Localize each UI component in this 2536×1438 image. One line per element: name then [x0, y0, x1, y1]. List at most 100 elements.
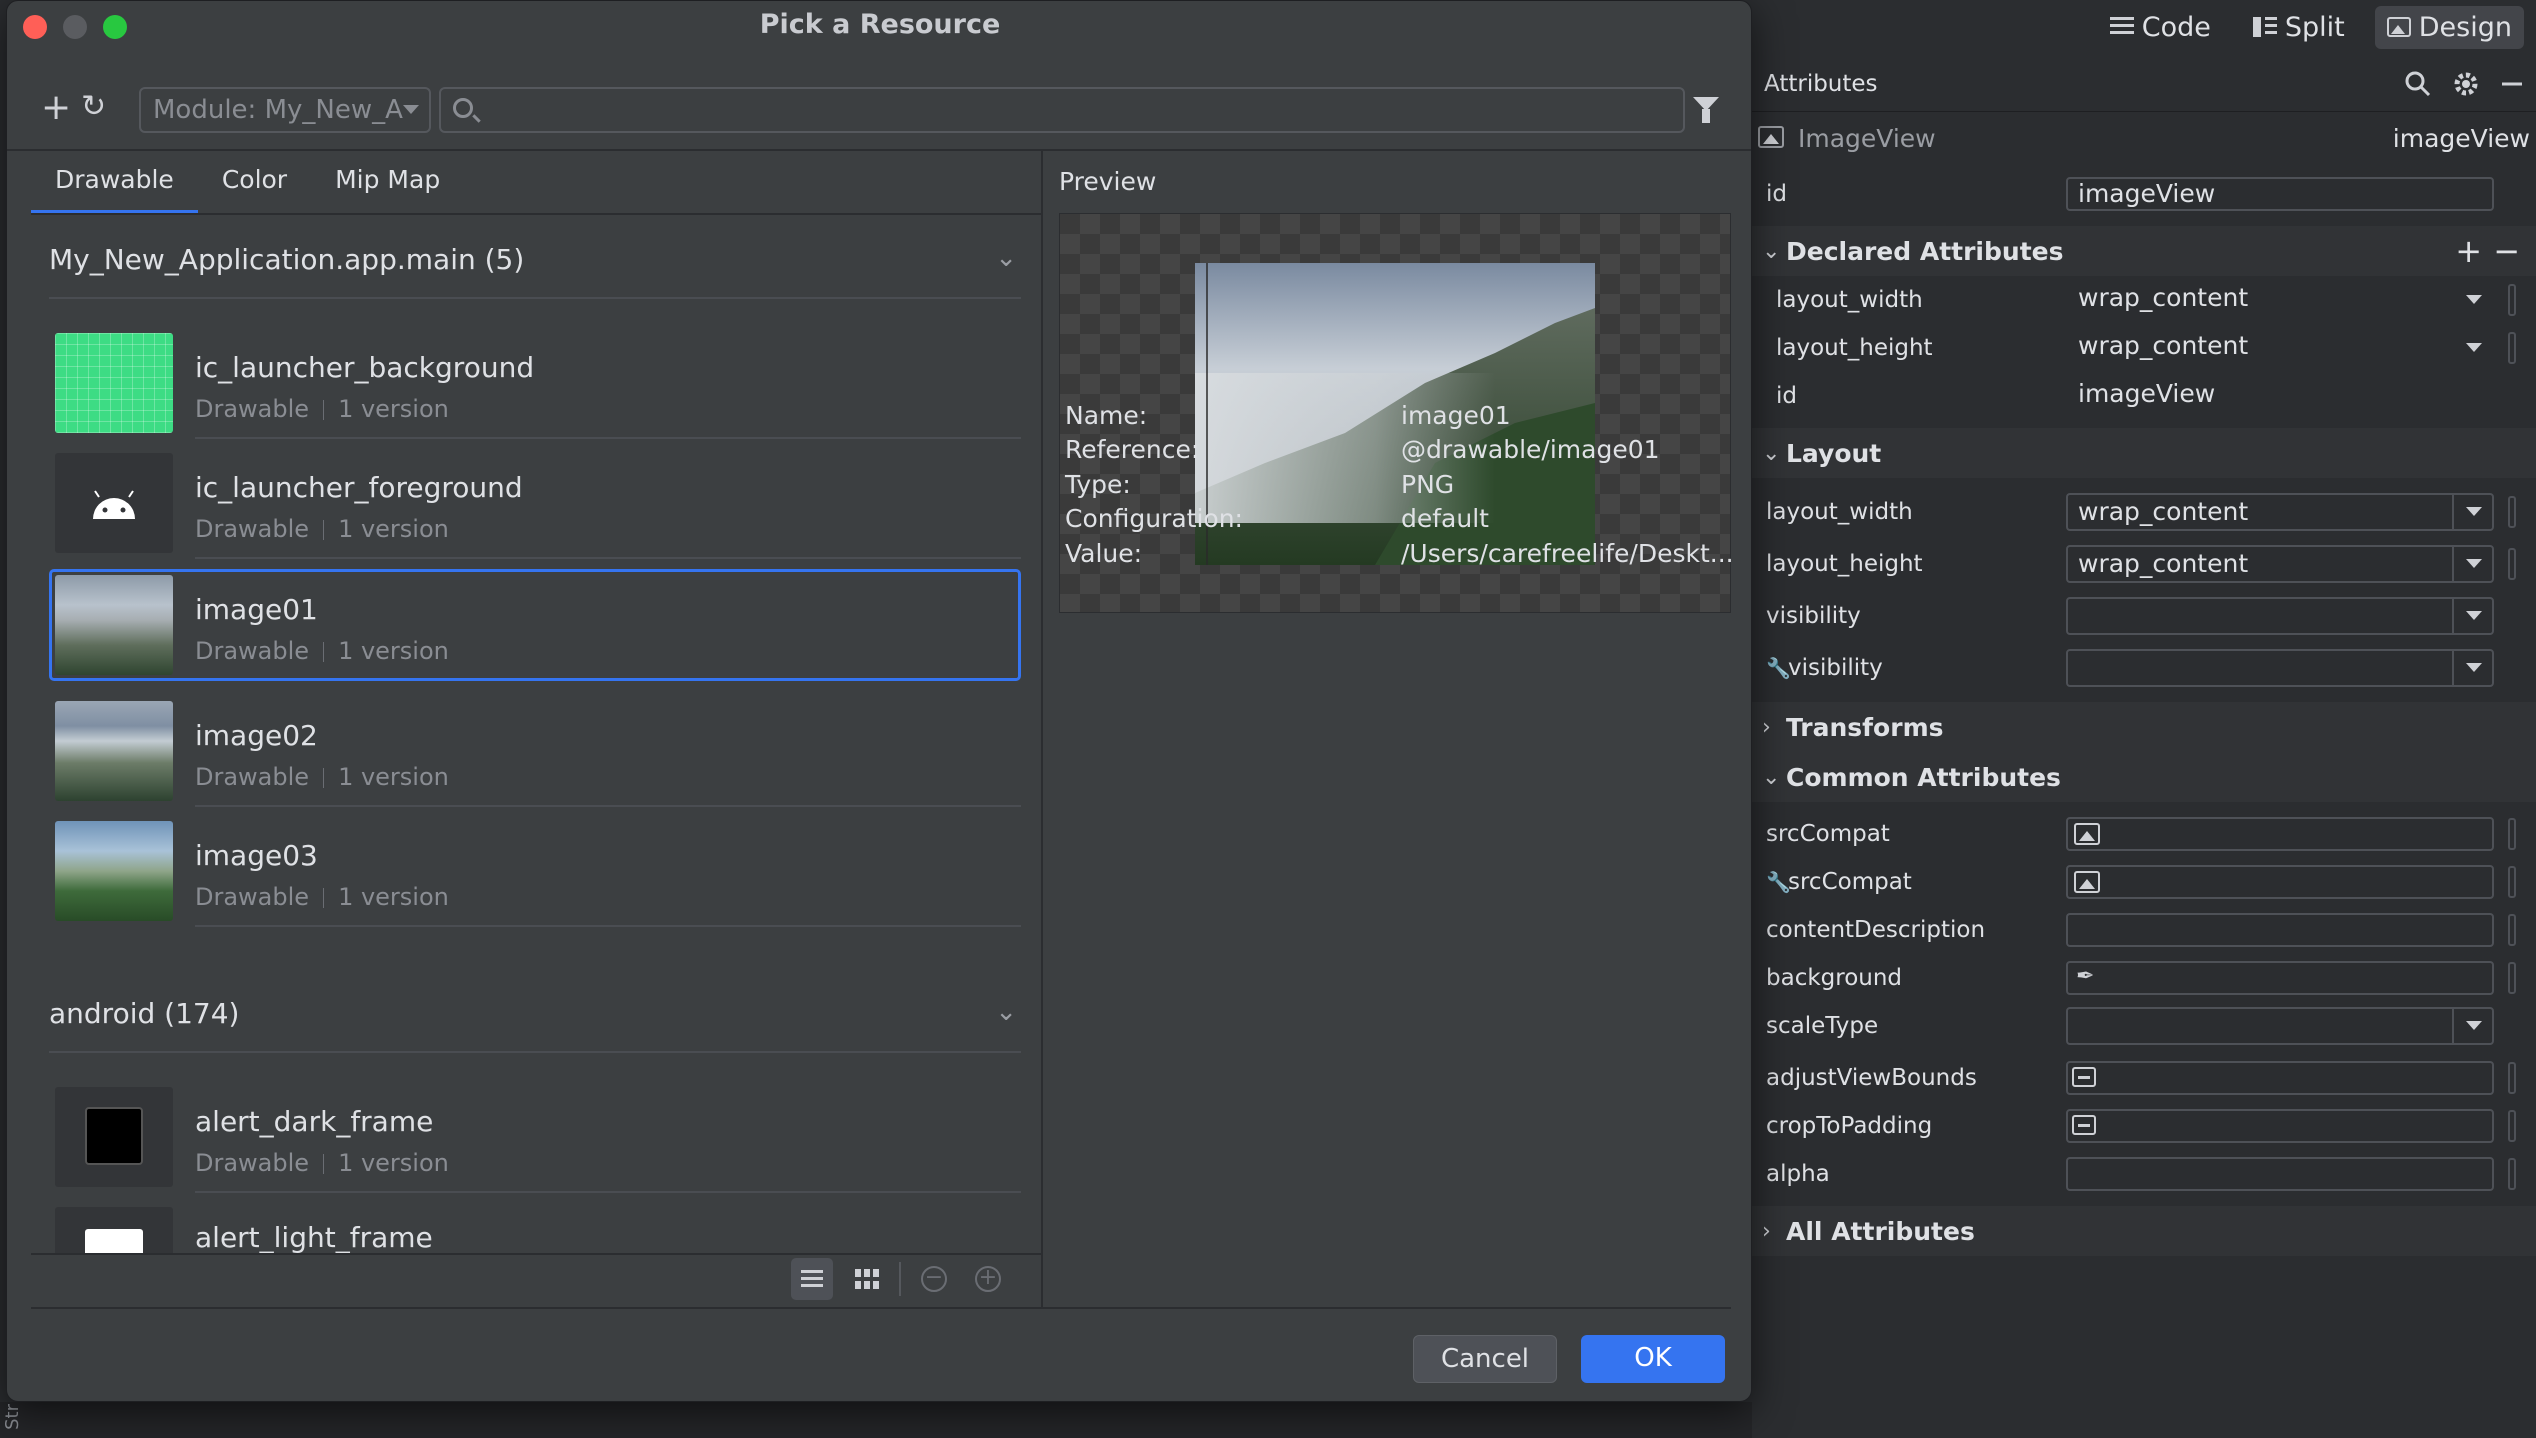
search-icon [453, 98, 473, 118]
list-item[interactable]: alert_dark_frame Drawable 1 version [49, 1081, 1021, 1193]
remove-attribute-icon[interactable]: − [2493, 232, 2520, 270]
list-item[interactable]: image02 Drawable 1 version [49, 695, 1021, 807]
visibility-select[interactable] [2066, 597, 2494, 635]
declared-id-field[interactable]: imageView [2066, 379, 2494, 413]
search-icon[interactable] [2404, 70, 2432, 98]
declared-layout-height-field[interactable]: wrap_content [2066, 331, 2494, 365]
list-item-selected[interactable]: image01 Drawable 1 version [49, 569, 1021, 681]
layout-height-select[interactable]: wrap_content [2066, 545, 2494, 583]
thumbnail-launcher-background [55, 333, 173, 433]
preview-type-value: PNG [1401, 470, 1455, 499]
thumbnail-alert-light-frame [55, 1207, 173, 1253]
dropdown-arrow-icon[interactable] [2452, 1009, 2492, 1043]
thumbnail-image01 [55, 575, 173, 675]
add-resource-icon[interactable]: + [41, 87, 71, 128]
zoom-out-icon: − [921, 1266, 947, 1292]
component-class: ImageView [1798, 123, 1936, 153]
eyedropper-icon[interactable]: ✒ [2076, 962, 2094, 992]
resource-picker-handle[interactable] [2508, 818, 2516, 850]
list-item-partial[interactable]: alert_light_frame [49, 1201, 1021, 1253]
transforms-section[interactable]: › Transforms [1752, 702, 2536, 752]
cancel-button[interactable]: Cancel [1413, 1335, 1557, 1383]
editor-mode-toolbar: Code Split Design [1752, 0, 2536, 54]
toolbar-divider [7, 149, 1751, 151]
list-item[interactable]: image03 Drawable 1 version [49, 815, 1021, 927]
module-select[interactable]: Module: My_New_A [139, 87, 431, 133]
declared-layout-width-field[interactable]: wrap_content [2066, 283, 2494, 317]
chevron-down-icon[interactable]: ⌄ [995, 243, 1017, 273]
tab-color[interactable]: Color [198, 153, 311, 215]
resource-picker-handle[interactable] [2508, 1158, 2516, 1190]
dropdown-arrow-icon[interactable] [2454, 283, 2494, 317]
code-mode-button[interactable]: Code [2098, 6, 2223, 49]
resource-picker-handle[interactable] [2508, 548, 2516, 580]
dropdown-arrow-icon[interactable] [2452, 599, 2492, 633]
resource-picker-handle[interactable] [2508, 962, 2516, 994]
code-icon [2109, 17, 2134, 37]
filter-icon[interactable] [1693, 97, 1719, 123]
tools-srccompat-field[interactable] [2066, 865, 2494, 899]
dropdown-arrow-icon[interactable] [2452, 651, 2492, 685]
declared-attributes-section[interactable]: ⌄ Declared Attributes + − [1752, 226, 2536, 276]
tab-mip-map[interactable]: Mip Map [311, 153, 464, 215]
view-toolbar: − + [791, 1255, 1009, 1303]
zoom-out-button[interactable]: − [913, 1258, 955, 1300]
resource-picker-handle[interactable] [2508, 1110, 2516, 1142]
background-field[interactable]: ✒ [2066, 961, 2494, 995]
resource-picker-handle[interactable] [2508, 914, 2516, 946]
resource-picker-handle[interactable] [2508, 866, 2516, 898]
layout-row: visibility [1752, 592, 2536, 640]
common-attributes-section[interactable]: ⌄ Common Attributes [1752, 752, 2536, 802]
chevron-right-icon: › [1762, 1218, 1771, 1244]
list-view-button[interactable] [791, 1258, 833, 1300]
list-item[interactable]: ic_launcher_background Drawable 1 version [49, 327, 1021, 439]
preview-image [1195, 263, 1595, 565]
resource-picker-handle[interactable] [2508, 284, 2516, 316]
crop-to-padding-field[interactable] [2066, 1109, 2494, 1143]
srccompat-field[interactable] [2066, 817, 2494, 851]
declared-row: id imageView [1752, 372, 2536, 420]
zoom-in-button[interactable]: + [967, 1258, 1009, 1300]
scaletype-select[interactable] [2066, 1007, 2494, 1045]
dropdown-arrow-icon[interactable] [2452, 547, 2492, 581]
group-header[interactable]: android (174) ⌄ [7, 997, 1017, 1041]
minimize-icon[interactable] [2500, 70, 2524, 98]
resource-picker-handle[interactable] [2508, 496, 2516, 528]
refresh-icon[interactable]: ↻ [81, 89, 106, 124]
add-attribute-icon[interactable]: + [2455, 232, 2482, 270]
group-header[interactable]: My_New_Application.app.main (5) ⌄ [7, 243, 1017, 287]
preview-name-value: image01 [1401, 401, 1511, 430]
ok-button[interactable]: OK [1581, 1335, 1725, 1383]
content-description-field[interactable] [2066, 913, 2494, 947]
alpha-field[interactable] [2066, 1157, 2494, 1191]
id-row: id imageView [1752, 170, 2536, 218]
image-icon[interactable] [2074, 823, 2100, 845]
split-mode-button[interactable]: Split [2241, 6, 2357, 49]
indeterminate-checkbox-icon[interactable] [2072, 1067, 2096, 1087]
resource-picker-handle[interactable] [2508, 1062, 2516, 1094]
layout-section[interactable]: ⌄ Layout [1752, 428, 2536, 478]
chevron-down-icon: ⌄ [1762, 440, 1781, 466]
design-mode-button[interactable]: Design [2374, 5, 2524, 49]
tab-drawable[interactable]: Drawable [31, 153, 198, 215]
list-item[interactable]: ic_launcher_foreground Drawable 1 version [49, 447, 1021, 559]
id-field[interactable]: imageView [2066, 177, 2494, 211]
dropdown-arrow-icon[interactable] [2454, 331, 2494, 365]
indeterminate-checkbox-icon[interactable] [2072, 1115, 2096, 1135]
chevron-down-icon[interactable]: ⌄ [995, 997, 1017, 1027]
thumbnail-alert-dark-frame [55, 1087, 173, 1187]
tools-visibility-select[interactable] [2066, 649, 2494, 687]
adjust-view-bounds-field[interactable] [2066, 1061, 2494, 1095]
design-icon [2386, 17, 2411, 37]
grid-view-button[interactable] [845, 1258, 887, 1300]
image-icon[interactable] [2074, 871, 2100, 893]
layout-row: layout_height wrap_content [1752, 540, 2536, 588]
search-input[interactable] [439, 87, 1685, 133]
all-attributes-section[interactable]: › All Attributes [1752, 1206, 2536, 1256]
zoom-in-icon: + [975, 1266, 1001, 1292]
layout-width-select[interactable]: wrap_content [2066, 493, 2494, 531]
resource-picker-handle[interactable] [2508, 332, 2516, 364]
dropdown-arrow-icon[interactable] [2452, 495, 2492, 529]
common-row: 🔧 srcCompat [1752, 858, 2536, 906]
gear-icon[interactable] [2452, 70, 2480, 98]
